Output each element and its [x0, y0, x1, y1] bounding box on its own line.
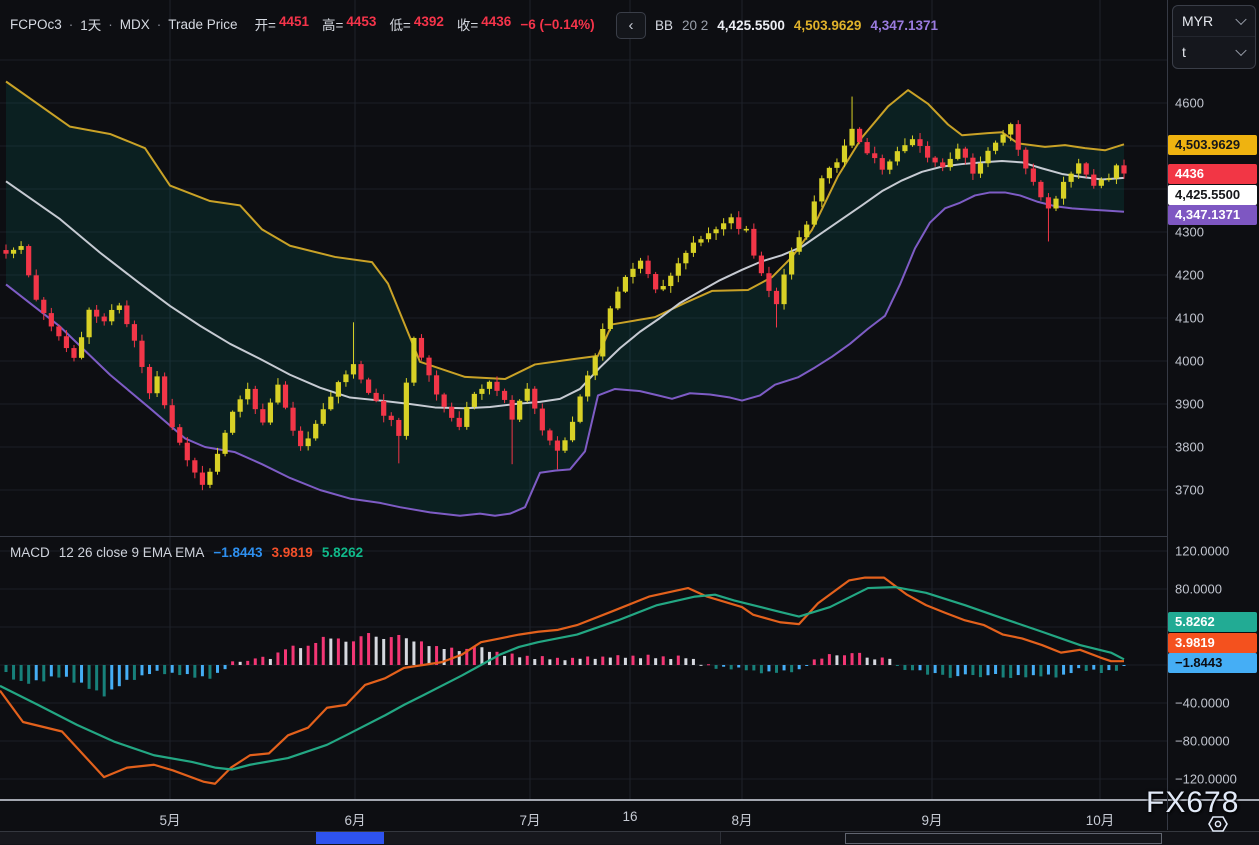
- chart-canvas[interactable]: [0, 0, 1167, 800]
- symbol-legend: FCPOc3 · 1天 · MDX · Trade Price 开=4451 高=…: [10, 14, 595, 34]
- macd-name[interactable]: MACD: [10, 545, 50, 560]
- bottom-taskbar: [0, 831, 1259, 845]
- bb-params: 20 2: [682, 18, 708, 33]
- exchange-label: MDX: [120, 17, 150, 32]
- macd-badge: 3.9819: [1168, 633, 1257, 653]
- macd-tick: −40.0000: [1175, 696, 1230, 711]
- change-label: −6 (−0.14%): [520, 17, 594, 32]
- ohlc-field-label: 收=: [457, 14, 478, 34]
- ohlc-field-value: 4453: [346, 14, 376, 34]
- taskbar-segment[interactable]: [0, 832, 54, 844]
- chevron-down-icon: [1235, 14, 1246, 25]
- macd-signal-value: 5.8262: [322, 545, 363, 560]
- price-tick: 4200: [1175, 268, 1204, 283]
- price-tick: 4600: [1175, 96, 1204, 111]
- collapse-legend-button[interactable]: ‹: [616, 12, 646, 39]
- macd-tick: 120.0000: [1175, 544, 1229, 559]
- time-axis-label[interactable]: 10月: [1086, 809, 1115, 829]
- ohlc-field: 高=4453: [322, 14, 376, 34]
- price-scale[interactable]: MYR t 4600 4300 4200 4100 4000 3900 3800 3700 12…: [1168, 0, 1259, 800]
- macd-hist-value: −1.8443: [213, 545, 262, 560]
- bb-indicator-legend: ‹ BB 20 2 4,425.5500 4,503.9629 4,347.13…: [616, 12, 938, 39]
- currency-label: MYR: [1182, 13, 1213, 29]
- symbol-name[interactable]: FCPOc3: [10, 17, 62, 32]
- taskbar-segment[interactable]: [543, 832, 597, 844]
- taskbar-segment[interactable]: [384, 832, 438, 844]
- time-axis-label[interactable]: 5月: [159, 809, 180, 829]
- bb-basis-badge: 4,425.5500: [1168, 185, 1257, 205]
- price-macd-chart[interactable]: [0, 0, 1167, 800]
- unit-dropdown[interactable]: t: [1173, 36, 1255, 67]
- series-type-label: Trade Price: [168, 17, 237, 32]
- macd-line: [0, 578, 1124, 784]
- price-tick: 3800: [1175, 440, 1204, 455]
- time-axis-label[interactable]: 9月: [921, 809, 942, 829]
- time-axis-label[interactable]: 16: [622, 809, 637, 824]
- bb-name[interactable]: BB: [655, 18, 673, 33]
- price-tick: 3900: [1175, 397, 1204, 412]
- symbol-info-panel: MYR t: [1172, 5, 1256, 69]
- ohlc-field: 低=4392: [389, 14, 443, 34]
- price-tick: 4100: [1175, 311, 1204, 326]
- trading-chart-app: FCPOc3 · 1天 · MDX · Trade Price 开=4451 高=…: [0, 0, 1259, 844]
- bb-upper-badge: 4,503.9629: [1168, 135, 1257, 155]
- ohlc-field-value: 4451: [279, 14, 309, 34]
- taskbar-segment[interactable]: [159, 832, 213, 844]
- taskbar-segment[interactable]: [649, 832, 703, 844]
- macd-params: 12 26 close 9 EMA EMA: [59, 545, 205, 560]
- taskbar-segment[interactable]: [316, 832, 385, 844]
- hist-badge: −1.8443: [1168, 653, 1257, 673]
- macd-indicator-legend: MACD 12 26 close 9 EMA EMA −1.8443 3.981…: [10, 545, 363, 560]
- time-axis-label[interactable]: 6月: [344, 809, 365, 829]
- ohlc-field: 开=4451: [255, 14, 309, 34]
- interval-label[interactable]: 1天: [80, 14, 101, 34]
- signal-badge: 5.8262: [1168, 612, 1257, 632]
- macd-tick: −80.0000: [1175, 734, 1230, 749]
- taskbar-segment[interactable]: [437, 832, 491, 844]
- time-axis-label[interactable]: 7月: [519, 809, 540, 829]
- bb-upper-value: 4,503.9629: [794, 18, 862, 33]
- taskbar-segment[interactable]: [596, 832, 650, 844]
- price-tick: 4300: [1175, 225, 1204, 240]
- bb-lower-value: 4,347.1371: [870, 18, 938, 33]
- ohlc-values: 开=4451 高=4453 低=4392 收=4436: [251, 14, 512, 34]
- time-scale[interactable]: 5月 6月 7月 16 8月 9月 10月: [0, 801, 1167, 830]
- macd-line-value: 3.9819: [272, 545, 313, 560]
- taskbar-segment[interactable]: [106, 832, 160, 844]
- taskbar-segment[interactable]: [53, 832, 107, 844]
- legend-separator: ·: [108, 17, 113, 32]
- legend-separator: ·: [157, 17, 162, 32]
- scrollbar-thumb[interactable]: [845, 833, 1162, 844]
- currency-dropdown[interactable]: MYR: [1173, 6, 1255, 36]
- ohlc-field-label: 开=: [255, 14, 276, 34]
- macd-tick: 80.0000: [1175, 582, 1222, 597]
- ohlc-field-value: 4436: [481, 14, 511, 34]
- taskbar-segment[interactable]: [490, 832, 544, 844]
- chevron-down-icon: [1235, 45, 1246, 56]
- ohlc-field-value: 4392: [414, 14, 444, 34]
- time-axis-label[interactable]: 8月: [731, 809, 752, 829]
- ohlc-field-label: 高=: [322, 14, 343, 34]
- unit-label: t: [1182, 44, 1186, 60]
- taskbar-segment[interactable]: [212, 832, 266, 844]
- legend-separator: ·: [69, 17, 74, 32]
- price-tick: 4000: [1175, 354, 1204, 369]
- price-tick: 3700: [1175, 483, 1204, 498]
- macd-signal-line: [0, 587, 1124, 769]
- taskbar-segment[interactable]: [265, 832, 317, 844]
- taskbar-segment[interactable]: [702, 832, 721, 844]
- bb-basis-value: 4,425.5500: [717, 18, 785, 33]
- ohlc-field: 收=4436: [457, 14, 511, 34]
- ohlc-field-label: 低=: [389, 14, 410, 34]
- last-price-badge: 4436: [1168, 164, 1257, 184]
- bb-lower-badge: 4,347.1371: [1168, 205, 1257, 225]
- macd-tick: −120.0000: [1175, 772, 1237, 787]
